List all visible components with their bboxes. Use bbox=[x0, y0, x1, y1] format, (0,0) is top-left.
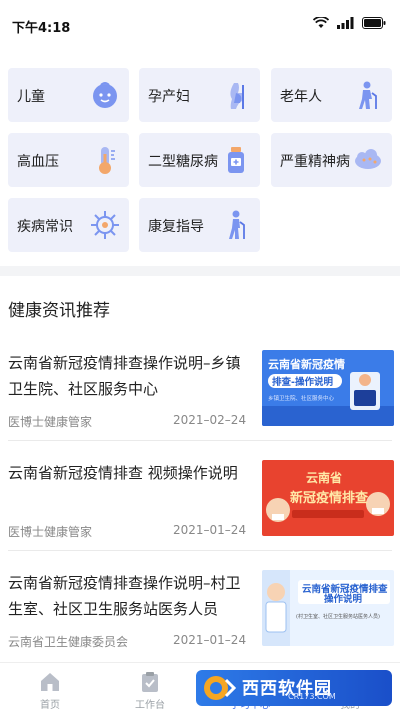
medicine-bottle-icon bbox=[228, 147, 244, 173]
signal-icon bbox=[337, 17, 354, 29]
watermark-subtext: CR173.COM bbox=[288, 692, 336, 701]
home-icon bbox=[41, 673, 59, 691]
news-source: 医博士健康管家 bbox=[8, 525, 93, 539]
walking-cane-icon bbox=[229, 210, 245, 239]
category-label: 二型糖尿病 bbox=[148, 154, 218, 170]
watermark-badge: 西西软件园 CR173.COM bbox=[196, 670, 392, 706]
tab-label: 工作台 bbox=[135, 700, 165, 711]
news-title: 云南省新冠疫情排查操作说明–乡镇卫生院、社区服务中心 bbox=[8, 354, 241, 398]
section-divider bbox=[0, 266, 400, 276]
category-label: 孕产妇 bbox=[148, 89, 190, 105]
thermometer-icon bbox=[99, 147, 115, 174]
tab-workbench[interactable]: 工作台 bbox=[100, 663, 200, 711]
news-date: 2021–01–24 bbox=[173, 633, 247, 647]
category-tile-disease-knowledge[interactable]: 疾病常识 bbox=[8, 198, 129, 252]
news-thumbnail: 云南省新冠疫情 排查-操作说明 乡镇卫生院、社区服务中心 bbox=[262, 350, 394, 426]
baby-face-icon bbox=[93, 82, 117, 108]
news-thumbnail: 云南省新冠疫情排查 操作说明 (村卫生室、社区卫生服务站医务人员) bbox=[262, 570, 394, 646]
category-tile-children[interactable]: 儿童 bbox=[8, 68, 129, 122]
category-label: 康复指导 bbox=[148, 219, 204, 235]
thumb-caption: 乡镇卫生院、社区服务中心 bbox=[268, 394, 335, 402]
wifi-icon bbox=[313, 17, 329, 28]
category-tile-mental-illness[interactable]: 严重精神病 bbox=[271, 133, 392, 187]
watermark-logo-icon bbox=[204, 676, 236, 700]
status-icons bbox=[313, 17, 386, 29]
category-tile-elderly[interactable]: 老年人 bbox=[271, 68, 392, 122]
category-label: 严重精神病 bbox=[280, 154, 350, 170]
svg-text:(村卫生室、社区卫生服务站医务人员): (村卫生室、社区卫生服务站医务人员) bbox=[296, 613, 380, 620]
news-thumbnail: 云南省 新冠疫情排查 bbox=[262, 460, 394, 536]
category-label: 老年人 bbox=[280, 89, 322, 105]
svg-text:操作说明: 操作说明 bbox=[324, 593, 363, 605]
news-date: 2021–02–24 bbox=[173, 413, 247, 427]
brain-cloud-icon bbox=[355, 149, 381, 169]
status-time: 下午4:18 bbox=[12, 21, 71, 36]
news-date: 2021–01–24 bbox=[173, 523, 247, 537]
news-source: 医博士健康管家 bbox=[8, 415, 93, 429]
news-item[interactable]: 云南省新冠疫情排查 视频操作说明 医博士健康管家 2021–01–24 云南省 … bbox=[8, 460, 394, 570]
news-source: 云南省卫生健康委员会 bbox=[8, 635, 129, 649]
category-tile-diabetes[interactable]: 二型糖尿病 bbox=[139, 133, 260, 187]
virus-icon bbox=[91, 211, 119, 239]
tab-label: 首页 bbox=[40, 700, 60, 711]
category-label: 疾病常识 bbox=[17, 219, 73, 235]
elderly-icon bbox=[359, 81, 377, 109]
status-bar: 下午4:18 bbox=[0, 0, 400, 52]
news-title: 云南省新冠疫情排查 视频操作说明 bbox=[8, 464, 238, 482]
battery-icon bbox=[362, 17, 386, 29]
news-title: 云南省新冠疫情排查操作说明–村卫生室、社区卫生服务站医务人员 bbox=[8, 574, 241, 618]
svg-text:排查-操作说明: 排查-操作说明 bbox=[272, 376, 333, 388]
svg-text:新冠疫情排查: 新冠疫情排查 bbox=[290, 490, 369, 506]
category-label: 高血压 bbox=[17, 154, 59, 170]
news-item[interactable]: 云南省新冠疫情排查操作说明–乡镇卫生院、社区服务中心 医博士健康管家 2021–… bbox=[8, 350, 394, 460]
section-title: 健康资讯推荐 bbox=[8, 301, 110, 321]
svg-text:云南省: 云南省 bbox=[306, 470, 342, 485]
divider bbox=[8, 440, 392, 441]
category-label: 儿童 bbox=[17, 89, 45, 105]
divider bbox=[8, 550, 392, 551]
category-tile-pregnant[interactable]: 孕产妇 bbox=[139, 68, 260, 122]
clipboard-check-icon bbox=[142, 672, 158, 692]
tab-home[interactable]: 首页 bbox=[0, 663, 100, 711]
pregnant-icon bbox=[230, 83, 244, 109]
category-tile-rehabilitation[interactable]: 康复指导 bbox=[139, 198, 260, 252]
svg-text:云南省新冠疫情: 云南省新冠疫情 bbox=[268, 357, 345, 371]
category-tile-hypertension[interactable]: 高血压 bbox=[8, 133, 129, 187]
